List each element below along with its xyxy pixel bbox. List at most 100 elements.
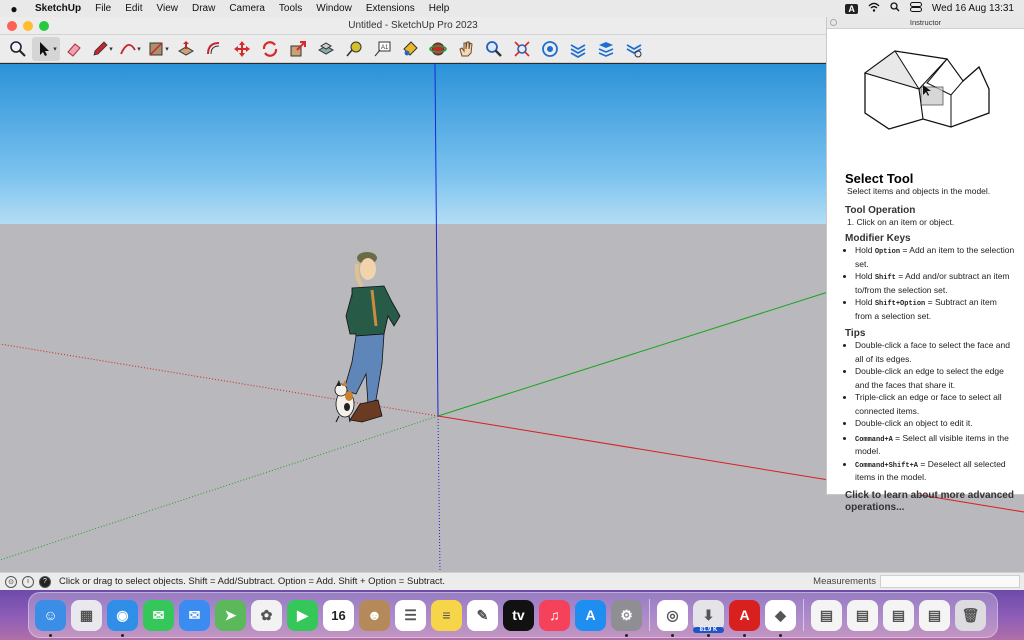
eraser-icon[interactable] (60, 37, 88, 61)
chrome-icon[interactable]: ◎ (657, 599, 688, 637)
arc-icon[interactable]: ▾ (116, 37, 144, 61)
safari-icon[interactable]: ◉ (107, 599, 138, 637)
finder-icon[interactable]: ☺ (35, 599, 66, 637)
follow-me-icon[interactable] (312, 37, 340, 61)
sketchup-icon[interactable]: ◆ (765, 599, 796, 637)
pan-icon[interactable] (452, 37, 480, 61)
screenshot-thumb-2-icon[interactable]: ▤ (847, 599, 878, 631)
apple-tv-glyph: tv (512, 607, 525, 623)
layout-icon[interactable] (592, 37, 620, 61)
spotlight-search-icon[interactable] (890, 2, 900, 15)
green-axis-line (437, 291, 829, 417)
instructor-close-button[interactable] (830, 19, 837, 26)
instructor-toggle-icon[interactable]: ? (39, 575, 51, 588)
mail-icon[interactable]: ✉ (179, 599, 210, 631)
zoom-tool-icon[interactable] (480, 37, 508, 61)
music-icon[interactable]: ♫ (539, 599, 570, 631)
menu-app-name[interactable]: SketchUp (28, 3, 88, 14)
system-settings-icon[interactable]: ⚙ (611, 599, 642, 637)
calendar-glyph: 16 (331, 607, 346, 623)
extension-warehouse-icon[interactable] (564, 37, 592, 61)
safari-glyph: ◉ (116, 606, 129, 623)
menu-file[interactable]: File (88, 3, 118, 14)
menu-extensions[interactable]: Extensions (359, 3, 422, 14)
reminders-icon[interactable]: ☰ (395, 599, 426, 631)
reminders-glyph: ☰ (404, 606, 417, 623)
menu-window[interactable]: Window (309, 3, 359, 14)
trash-icon[interactable]: 🗑 (955, 599, 986, 631)
screenshot-thumb-3-icon[interactable]: ▤ (883, 599, 914, 631)
move-icon[interactable] (228, 37, 256, 61)
text-icon[interactable]: A1 (368, 37, 396, 61)
app-store-icon[interactable]: A (575, 599, 606, 631)
measurements-input[interactable] (880, 575, 1020, 588)
wifi-icon[interactable] (868, 2, 880, 15)
contacts-glyph: ☻ (367, 607, 382, 623)
learn-more-link[interactable]: Click to learn about more advanced opera… (845, 490, 1016, 514)
maps-glyph: ➤ (224, 606, 237, 623)
photos-icon[interactable]: ✿ (251, 599, 282, 631)
screenshot-thumb-3-glyph: ▤ (891, 606, 906, 623)
status-bar: ⊙ i ? Click or drag to select objects. S… (0, 572, 1024, 590)
menu-tools[interactable]: Tools (272, 3, 309, 14)
minimize-window-button[interactable] (23, 21, 33, 31)
facetime-icon[interactable]: ▶ (287, 599, 318, 631)
select-arrow-icon[interactable]: ▾ (32, 36, 60, 61)
input-source-badge[interactable]: A (845, 3, 858, 14)
credits-info-icon[interactable]: i (22, 575, 34, 588)
tags-icon[interactable] (620, 37, 648, 61)
screenshot-thumb-4-icon[interactable]: ▤ (919, 599, 950, 631)
apple-tv-icon[interactable]: tv (503, 599, 534, 631)
facetime-glyph: ▶ (297, 606, 308, 623)
push-pull-icon[interactable] (172, 37, 200, 61)
chrome-glyph: ◎ (666, 606, 679, 623)
acrobat-icon[interactable]: A (729, 599, 760, 637)
messages-icon[interactable]: ✉ (143, 599, 174, 631)
paint-bucket-icon[interactable] (396, 37, 424, 61)
system-settings-glyph: ⚙ (620, 606, 633, 623)
downloads-icon[interactable]: ⬇ 81.9 K (693, 599, 724, 637)
menu-edit[interactable]: Edit (118, 3, 149, 14)
menu-view[interactable]: View (149, 3, 185, 14)
window-title: Untitled - SketchUp Pro 2023 (348, 20, 478, 31)
menubar-clock[interactable]: Wed 16 Aug 13:31 (932, 3, 1014, 14)
tip-item: Command+Shift+A = Deselect all selected … (855, 459, 1016, 484)
music-glyph: ♫ (549, 607, 560, 623)
launchpad-icon[interactable]: ▦ (71, 599, 102, 631)
menu-camera[interactable]: Camera (222, 3, 272, 14)
offset-icon[interactable] (200, 37, 228, 61)
calendar-icon[interactable]: 16 (323, 599, 354, 631)
maps-icon[interactable]: ➤ (215, 599, 246, 631)
contacts-icon[interactable]: ☻ (359, 599, 390, 631)
menu-help[interactable]: Help (422, 3, 457, 14)
screenshot-thumb-1-icon[interactable]: ▤ (811, 599, 842, 631)
warehouse-icon[interactable] (536, 37, 564, 61)
orbit-icon[interactable] (424, 37, 452, 61)
running-indicator (625, 633, 628, 637)
shape-icon[interactable]: ▾ (144, 37, 172, 61)
dock-separator (803, 599, 804, 631)
trash-glyph: 🗑 (961, 606, 980, 623)
modifier-keys-heading: Modifier Keys (845, 233, 911, 244)
main-toolbar: ▾ ▾ ▾ ▾ A1 (0, 35, 826, 63)
menu-draw[interactable]: Draw (185, 3, 222, 14)
photos-glyph: ✿ (260, 606, 273, 623)
modifier-item: Hold Shift+Option = Subtract an item fro… (855, 297, 1016, 322)
tool-operation-heading: Tool Operation (845, 205, 916, 216)
notes-icon[interactable]: ≡ (431, 599, 462, 631)
freeform-glyph: ✎ (476, 606, 489, 623)
close-window-button[interactable] (7, 21, 17, 31)
pencil-icon[interactable]: ▾ (88, 37, 116, 61)
rotate-icon[interactable] (256, 37, 284, 61)
tip-item: Command+A = Select all visible items in … (855, 433, 1016, 458)
zoom-icon[interactable] (4, 37, 32, 61)
scale-icon[interactable] (284, 37, 312, 61)
freeform-icon[interactable]: ✎ (467, 599, 498, 631)
tip-item: Double-click a face to select the face a… (855, 340, 1016, 365)
geo-location-icon[interactable]: ⊙ (5, 575, 17, 588)
zoom-window-button[interactable] (39, 21, 49, 31)
zoom-extents-icon[interactable] (508, 37, 536, 61)
tape-measure-icon[interactable] (340, 37, 368, 61)
control-center-icon[interactable] (909, 2, 922, 15)
apple-menu-icon[interactable]: ● (0, 2, 28, 16)
